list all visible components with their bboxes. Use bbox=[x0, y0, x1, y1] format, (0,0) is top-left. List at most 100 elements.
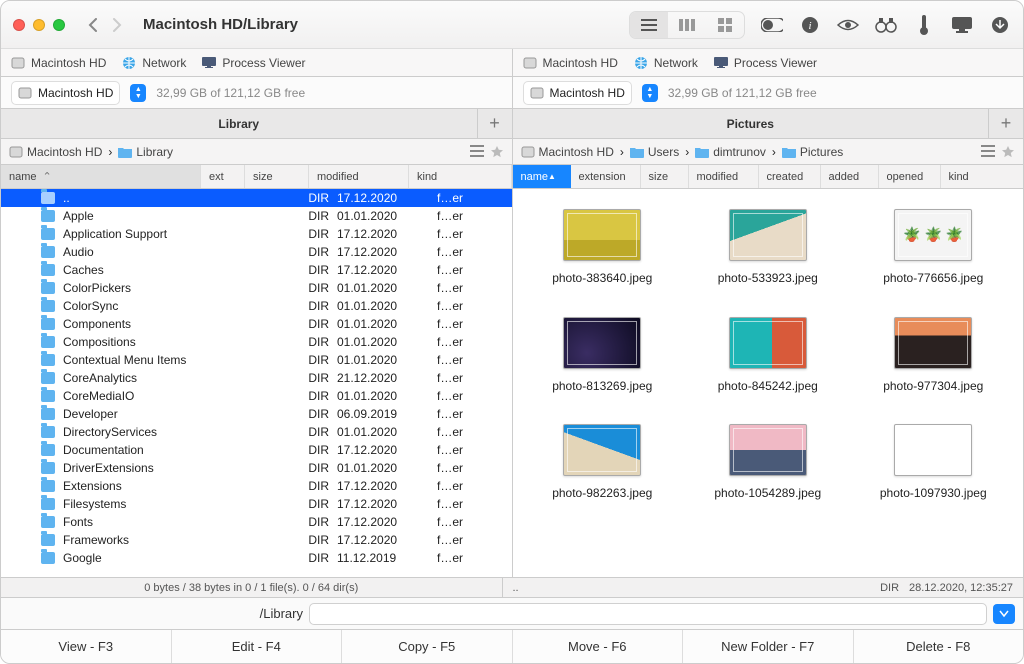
fn-button-0[interactable]: View - F3 bbox=[1, 630, 172, 663]
col-ext-left[interactable]: ext bbox=[201, 165, 245, 188]
col-name-left[interactable]: name⌃ bbox=[1, 165, 201, 188]
source-tab-right-1[interactable]: Network bbox=[634, 56, 698, 70]
fn-button-2[interactable]: Copy - F5 bbox=[342, 630, 513, 663]
file-row[interactable]: Application SupportDIR17.12.2020f…er bbox=[1, 225, 512, 243]
col-size-left[interactable]: size bbox=[245, 165, 309, 188]
file-row[interactable]: CompositionsDIR01.01.2020f…er bbox=[1, 333, 512, 351]
add-tab-left-button[interactable]: + bbox=[478, 109, 512, 138]
close-window-button[interactable] bbox=[13, 19, 25, 31]
breadcrumb-item[interactable]: Library bbox=[118, 145, 173, 159]
file-size: DIR bbox=[273, 209, 337, 223]
zoom-window-button[interactable] bbox=[53, 19, 65, 31]
file-row[interactable]: ComponentsDIR01.01.2020f…er bbox=[1, 315, 512, 333]
col-extension-right[interactable]: extension bbox=[571, 165, 641, 188]
file-row[interactable]: CoreAnalyticsDIR21.12.2020f…er bbox=[1, 369, 512, 387]
col-modified-left[interactable]: modified bbox=[309, 165, 409, 188]
source-tab-right-0[interactable]: Macintosh HD bbox=[523, 56, 618, 70]
source-tab-left-1[interactable]: Network bbox=[122, 56, 186, 70]
file-row[interactable]: FilesystemsDIR17.12.2020f…er bbox=[1, 495, 512, 513]
command-input[interactable] bbox=[309, 603, 987, 625]
file-row[interactable]: DocumentationDIR17.12.2020f…er bbox=[1, 441, 512, 459]
col-added-right[interactable]: added bbox=[821, 165, 879, 188]
grid-item[interactable]: photo-383640.jpeg bbox=[525, 209, 681, 287]
col-kind-right[interactable]: kind bbox=[941, 165, 1024, 188]
drive-stepper-right[interactable]: ▲▼ bbox=[642, 84, 658, 102]
panel-right[interactable]: photo-383640.jpegphoto-533923.jpegphoto-… bbox=[512, 189, 1024, 577]
source-tab-left-0[interactable]: Macintosh HD bbox=[11, 56, 106, 70]
file-row[interactable]: ColorPickersDIR01.01.2020f…er bbox=[1, 279, 512, 297]
fn-button-3[interactable]: Move - F6 bbox=[513, 630, 684, 663]
add-tab-right-button[interactable]: + bbox=[989, 109, 1023, 138]
command-history-button[interactable] bbox=[993, 604, 1015, 624]
breadcrumb-item[interactable]: dimtrunov bbox=[695, 145, 766, 159]
panel-tab-left[interactable]: Library bbox=[1, 109, 478, 138]
file-size: DIR bbox=[273, 479, 337, 493]
breadcrumb-item[interactable]: Users bbox=[630, 145, 679, 159]
breadcrumb-item[interactable]: Pictures bbox=[782, 145, 843, 159]
file-row[interactable]: CoreMediaIODIR01.01.2020f…er bbox=[1, 387, 512, 405]
grid-item[interactable]: photo-977304.jpeg bbox=[856, 317, 1012, 395]
file-modified: 01.01.2020 bbox=[337, 389, 437, 403]
fn-button-5[interactable]: Delete - F8 bbox=[854, 630, 1024, 663]
nav-forward-button[interactable] bbox=[105, 14, 129, 36]
file-row[interactable]: AppleDIR01.01.2020f…er bbox=[1, 207, 512, 225]
folder-icon bbox=[41, 390, 55, 402]
file-size: DIR bbox=[273, 425, 337, 439]
col-created-right[interactable]: created bbox=[759, 165, 821, 188]
star-icon[interactable] bbox=[1001, 145, 1015, 159]
view-list-button[interactable] bbox=[630, 12, 668, 38]
drive-selector-left[interactable]: Macintosh HD bbox=[11, 81, 120, 105]
file-row[interactable]: DeveloperDIR06.09.2019f…er bbox=[1, 405, 512, 423]
panel-left[interactable]: ..DIR17.12.2020f…erAppleDIR01.01.2020f…e… bbox=[1, 189, 512, 577]
source-tab-right-2[interactable]: Process Viewer bbox=[714, 56, 817, 70]
monitor-button[interactable] bbox=[951, 14, 973, 36]
file-row[interactable]: ColorSyncDIR01.01.2020f…er bbox=[1, 297, 512, 315]
col-modified-right[interactable]: modified bbox=[689, 165, 759, 188]
nav-back-button[interactable] bbox=[81, 14, 105, 36]
view-mode-segment bbox=[629, 11, 745, 39]
list-toggle-icon[interactable] bbox=[470, 145, 484, 159]
binoculars-button[interactable] bbox=[875, 14, 897, 36]
file-row[interactable]: Contextual Menu ItemsDIR01.01.2020f…er bbox=[1, 351, 512, 369]
thermometer-icon bbox=[919, 15, 929, 35]
file-row[interactable]: ExtensionsDIR17.12.2020f…er bbox=[1, 477, 512, 495]
view-columns-button[interactable] bbox=[668, 12, 706, 38]
file-row[interactable]: GoogleDIR11.12.2019f…er bbox=[1, 549, 512, 567]
toggle-icon bbox=[761, 18, 783, 32]
source-tab-left-2[interactable]: Process Viewer bbox=[202, 56, 305, 70]
file-row[interactable]: FontsDIR17.12.2020f…er bbox=[1, 513, 512, 531]
grid-item[interactable]: photo-1054289.jpeg bbox=[690, 424, 846, 502]
grid-item[interactable]: photo-1097930.jpeg bbox=[856, 424, 1012, 502]
drive-selector-right[interactable]: Macintosh HD bbox=[523, 81, 632, 105]
grid-item[interactable]: photo-776656.jpeg bbox=[856, 209, 1012, 287]
col-size-right[interactable]: size bbox=[641, 165, 689, 188]
fn-button-1[interactable]: Edit - F4 bbox=[172, 630, 343, 663]
thermometer-button[interactable] bbox=[913, 14, 935, 36]
col-name-right[interactable]: name ▲ bbox=[513, 165, 571, 188]
download-button[interactable] bbox=[989, 14, 1011, 36]
file-row[interactable]: DirectoryServicesDIR01.01.2020f…er bbox=[1, 423, 512, 441]
grid-item[interactable]: photo-982263.jpeg bbox=[525, 424, 681, 502]
col-opened-right[interactable]: opened bbox=[879, 165, 941, 188]
file-row[interactable]: FrameworksDIR17.12.2020f…er bbox=[1, 531, 512, 549]
breadcrumb-item[interactable]: Macintosh HD bbox=[9, 145, 102, 159]
file-row[interactable]: AudioDIR17.12.2020f…er bbox=[1, 243, 512, 261]
star-icon[interactable] bbox=[490, 145, 504, 159]
file-row[interactable]: CachesDIR17.12.2020f…er bbox=[1, 261, 512, 279]
panel-tab-right[interactable]: Pictures bbox=[513, 109, 990, 138]
list-toggle-icon[interactable] bbox=[981, 145, 995, 159]
grid-item[interactable]: photo-845242.jpeg bbox=[690, 317, 846, 395]
info-button[interactable]: i bbox=[799, 14, 821, 36]
quicklook-button[interactable] bbox=[837, 14, 859, 36]
file-row[interactable]: DriverExtensionsDIR01.01.2020f…er bbox=[1, 459, 512, 477]
grid-item[interactable]: photo-813269.jpeg bbox=[525, 317, 681, 395]
breadcrumb-item[interactable]: Macintosh HD bbox=[521, 145, 614, 159]
fn-button-4[interactable]: New Folder - F7 bbox=[683, 630, 854, 663]
file-row[interactable]: ..DIR17.12.2020f…er bbox=[1, 189, 512, 207]
view-grid-button[interactable] bbox=[706, 12, 744, 38]
grid-item[interactable]: photo-533923.jpeg bbox=[690, 209, 846, 287]
toggle-switch-button[interactable] bbox=[761, 14, 783, 36]
minimize-window-button[interactable] bbox=[33, 19, 45, 31]
col-kind-left[interactable]: kind bbox=[409, 165, 512, 188]
drive-stepper-left[interactable]: ▲▼ bbox=[130, 84, 146, 102]
